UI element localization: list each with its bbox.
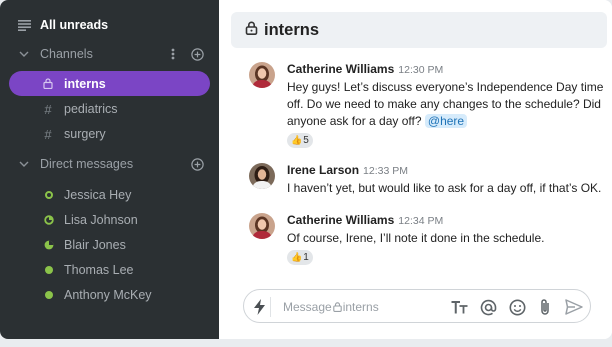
hash-icon: # [44,101,52,117]
mention-here[interactable]: @here [424,114,468,128]
sidebar-item-anthony-mckey[interactable]: Anthony McKey [0,286,219,304]
message-meta: Catherine Williams 12:34 PM [287,213,609,228]
sidebar-item-surgery[interactable]: # surgery [0,125,219,143]
timestamp: 12:33 PM [363,165,408,177]
avatar[interactable] [249,213,275,239]
attachment-icon[interactable] [536,290,554,324]
sidebar-item-interns[interactable]: interns [9,71,210,96]
sidebar-item-label: All unreads [40,18,109,32]
chevron-down-icon [17,157,31,171]
list-icon [17,18,31,32]
message-text: Hey guys! Let’s discuss everyone’s Indep… [287,79,609,130]
hash-icon: # [44,126,52,142]
thumbs-up-icon: 👍 [291,252,303,262]
message-text: I haven’t yet, but would like to ask for… [287,181,602,195]
add-channel-icon[interactable] [190,45,204,63]
message: Irene Larson 12:33 PM I haven’t yet, but … [249,163,609,197]
sidebar-item-lisa-johnson[interactable]: Lisa Johnson [0,211,219,229]
author-name[interactable]: Catherine Williams [287,62,394,76]
reaction-thumbs-up[interactable]: 👍 1 [287,250,313,265]
timestamp: 12:34 PM [398,215,444,227]
channels-section-header[interactable]: Channels [0,45,219,63]
add-direct-message-icon[interactable] [190,155,204,173]
partial-status-icon [42,213,56,227]
sidebar-item-label: Anthony McKey [64,288,152,302]
lightning-icon[interactable] [253,290,265,324]
message-text: Of course, Irene, I’ll note it done in t… [287,231,545,245]
channel-view: interns Catherine Williams 12:30 PM Hey g… [219,0,612,339]
lock-icon [332,302,342,312]
channel-title: interns [264,20,320,39]
direct-messages-section-header[interactable]: Direct messages [0,155,219,173]
sidebar-item-label: Jessica Hey [64,188,132,202]
message-meta: Irene Larson 12:33 PM [287,163,609,178]
avatar[interactable] [249,62,275,88]
author-name[interactable]: Catherine Williams [287,213,394,227]
lock-icon [245,21,258,40]
sidebar-item-all-unreads[interactable]: All unreads [0,16,219,34]
online-status-icon [42,263,56,277]
away-status-icon [42,188,56,202]
sidebar: All unreads Channels interns # pediatric… [0,0,219,339]
sidebar-item-label: Thomas Lee [64,263,134,277]
placeholder-prefix: Message [283,300,332,314]
sidebar-item-thomas-lee[interactable]: Thomas Lee [0,261,219,279]
sidebar-item-blair-jones[interactable]: Blair Jones [0,236,219,254]
send-icon[interactable] [563,290,585,324]
thumbs-up-icon: 👍 [291,135,303,145]
reaction-thumbs-up[interactable]: 👍 5 [287,133,313,148]
author-name[interactable]: Irene Larson [287,163,359,177]
sidebar-item-pediatrics[interactable]: # pediatrics [0,100,219,118]
reaction-count: 1 [303,252,309,263]
lock-icon [41,77,55,91]
timestamp: 12:30 PM [398,64,444,76]
sidebar-item-label: surgery [64,127,106,141]
app-window: All unreads Channels interns # pediatric… [0,0,612,339]
dm-header-label: Direct messages [40,157,134,171]
text-format-icon[interactable] [450,290,470,324]
avatar[interactable] [249,163,275,189]
composer-divider [270,297,271,317]
sidebar-item-label: pediatrics [64,102,118,116]
reaction-count: 5 [303,135,309,146]
message-input[interactable]: Message interns [283,290,379,324]
emoji-icon[interactable] [507,290,527,324]
chevron-down-icon [17,47,31,61]
mention-icon[interactable] [478,290,498,324]
sidebar-item-label: interns [64,76,106,91]
busy-status-icon [42,238,56,252]
message: Catherine Williams 12:34 PM Of course, Ir… [249,213,609,267]
channel-header: interns [231,12,607,48]
message-composer[interactable]: Message interns [243,289,591,323]
sidebar-item-jessica-hey[interactable]: Jessica Hey [0,186,219,204]
more-options-icon[interactable] [168,45,178,63]
placeholder-channel: interns [342,300,379,314]
message-meta: Catherine Williams 12:30 PM [287,62,609,77]
channels-header-label: Channels [40,47,93,61]
message: Catherine Williams 12:30 PM Hey guys! Let… [249,62,609,150]
sidebar-item-label: Blair Jones [64,238,126,252]
sidebar-item-label: Lisa Johnson [64,213,138,227]
online-status-icon [42,288,56,302]
